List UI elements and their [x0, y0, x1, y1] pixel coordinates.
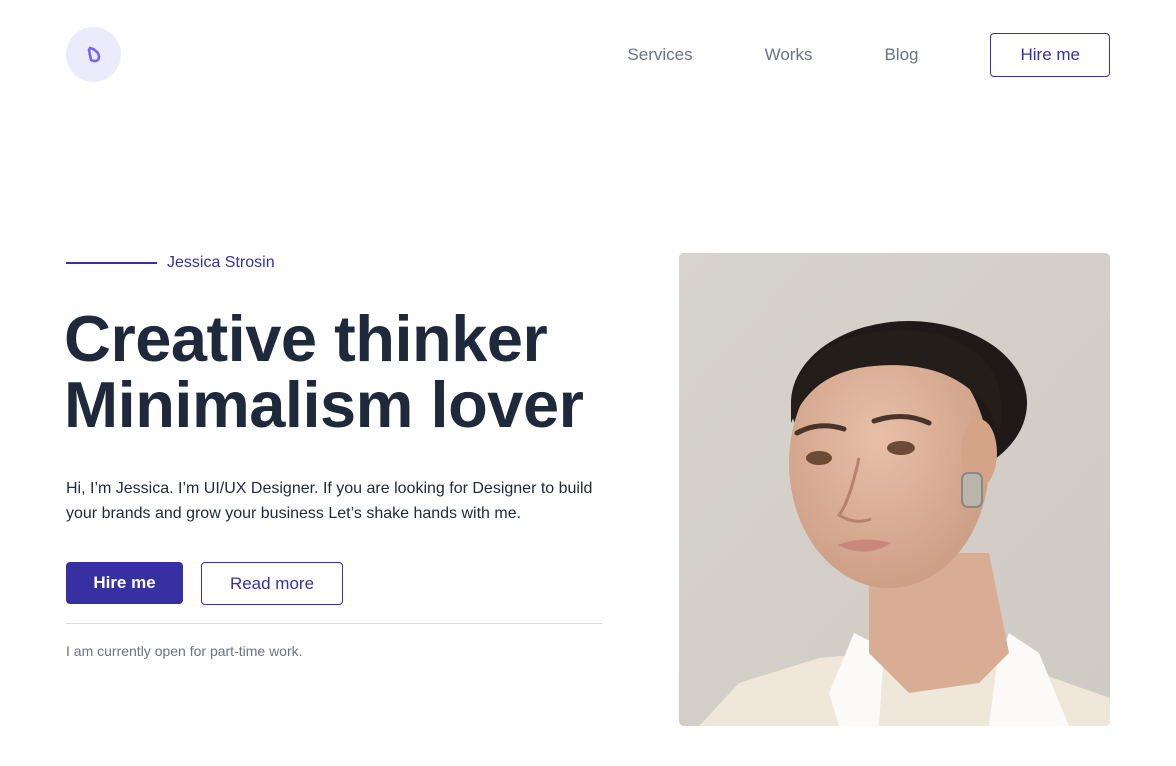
author-name: Jessica Strosin [167, 254, 275, 271]
d-monogram-icon [87, 46, 100, 62]
divider [66, 623, 602, 624]
nav-services[interactable]: Services [627, 45, 692, 65]
nav-works[interactable]: Works [765, 45, 813, 65]
hero-intro: Hi, I’m Jessica. I’m UI/UX Designer. If … [66, 480, 593, 522]
nav-blog[interactable]: Blog [884, 45, 918, 65]
hire-me-button[interactable]: Hire me [66, 562, 183, 604]
portrait-photo [679, 253, 1110, 726]
main-nav: Services Works Blog Hire me [627, 33, 1110, 77]
logo[interactable] [66, 27, 121, 82]
eyebrow-line [66, 262, 157, 264]
hero-actions: Hire me Read more [66, 562, 343, 605]
hero-headline: Creative thinker Minimalism lover [64, 306, 644, 438]
header-hire-me-button[interactable]: Hire me [990, 33, 1110, 77]
headline-line-1: Creative thinker [64, 302, 548, 375]
availability-note: I am currently open for part-time work. [66, 643, 303, 659]
read-more-button[interactable]: Read more [201, 562, 343, 605]
eyebrow: Jessica Strosin [66, 254, 275, 272]
headline-line-2: Minimalism lover [64, 368, 584, 441]
